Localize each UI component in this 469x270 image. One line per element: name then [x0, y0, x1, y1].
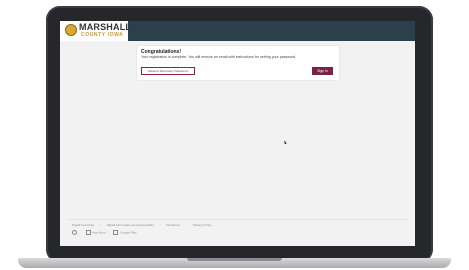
footer-links: Digital Inclusivity / Digital Informatio…	[72, 223, 212, 227]
footer-link-disclaimer[interactable]: Disclaimer	[166, 223, 180, 227]
footer-link-privacy[interactable]: Privacy Policy	[193, 223, 212, 227]
footer-link-accessibility[interactable]: Digital Information and Accessibility	[107, 223, 154, 227]
footer-link-digital-inclusivity[interactable]: Digital Inclusivity	[72, 223, 94, 227]
footer-app-links: App Store Google Play	[72, 230, 137, 235]
logo-sub-text: COUNTY IOWA	[81, 32, 124, 38]
success-message: Your registration is complete. You will …	[141, 55, 297, 59]
resend-password-button[interactable]: Resend Temporary Password	[141, 67, 195, 75]
county-seal-icon	[65, 24, 77, 36]
footer-separator: /	[159, 223, 161, 227]
footer-separator: /	[100, 223, 101, 227]
registration-success-card: Congratulations! Your registration is co…	[137, 46, 339, 80]
sign-in-button[interactable]: Sign In	[312, 67, 333, 75]
footer-divider	[68, 219, 407, 220]
google-play-link[interactable]: Google Play	[120, 230, 136, 234]
laptop-notch	[187, 258, 282, 261]
top-navigation-bar: MARSHALL COUNTY IOWA	[60, 21, 415, 41]
settings-icon[interactable]	[72, 230, 77, 235]
google-play-icon	[113, 230, 119, 235]
app-store-link[interactable]: App Store	[92, 230, 105, 234]
browser-viewport: MARSHALL COUNTY IOWA Congratulations! Yo…	[60, 21, 415, 246]
footer-separator: /	[186, 223, 187, 227]
county-logo[interactable]: MARSHALL COUNTY IOWA	[60, 21, 132, 41]
apple-icon	[85, 230, 91, 235]
logo-main-text: MARSHALL	[79, 22, 132, 32]
mouse-cursor-icon	[283, 139, 287, 145]
